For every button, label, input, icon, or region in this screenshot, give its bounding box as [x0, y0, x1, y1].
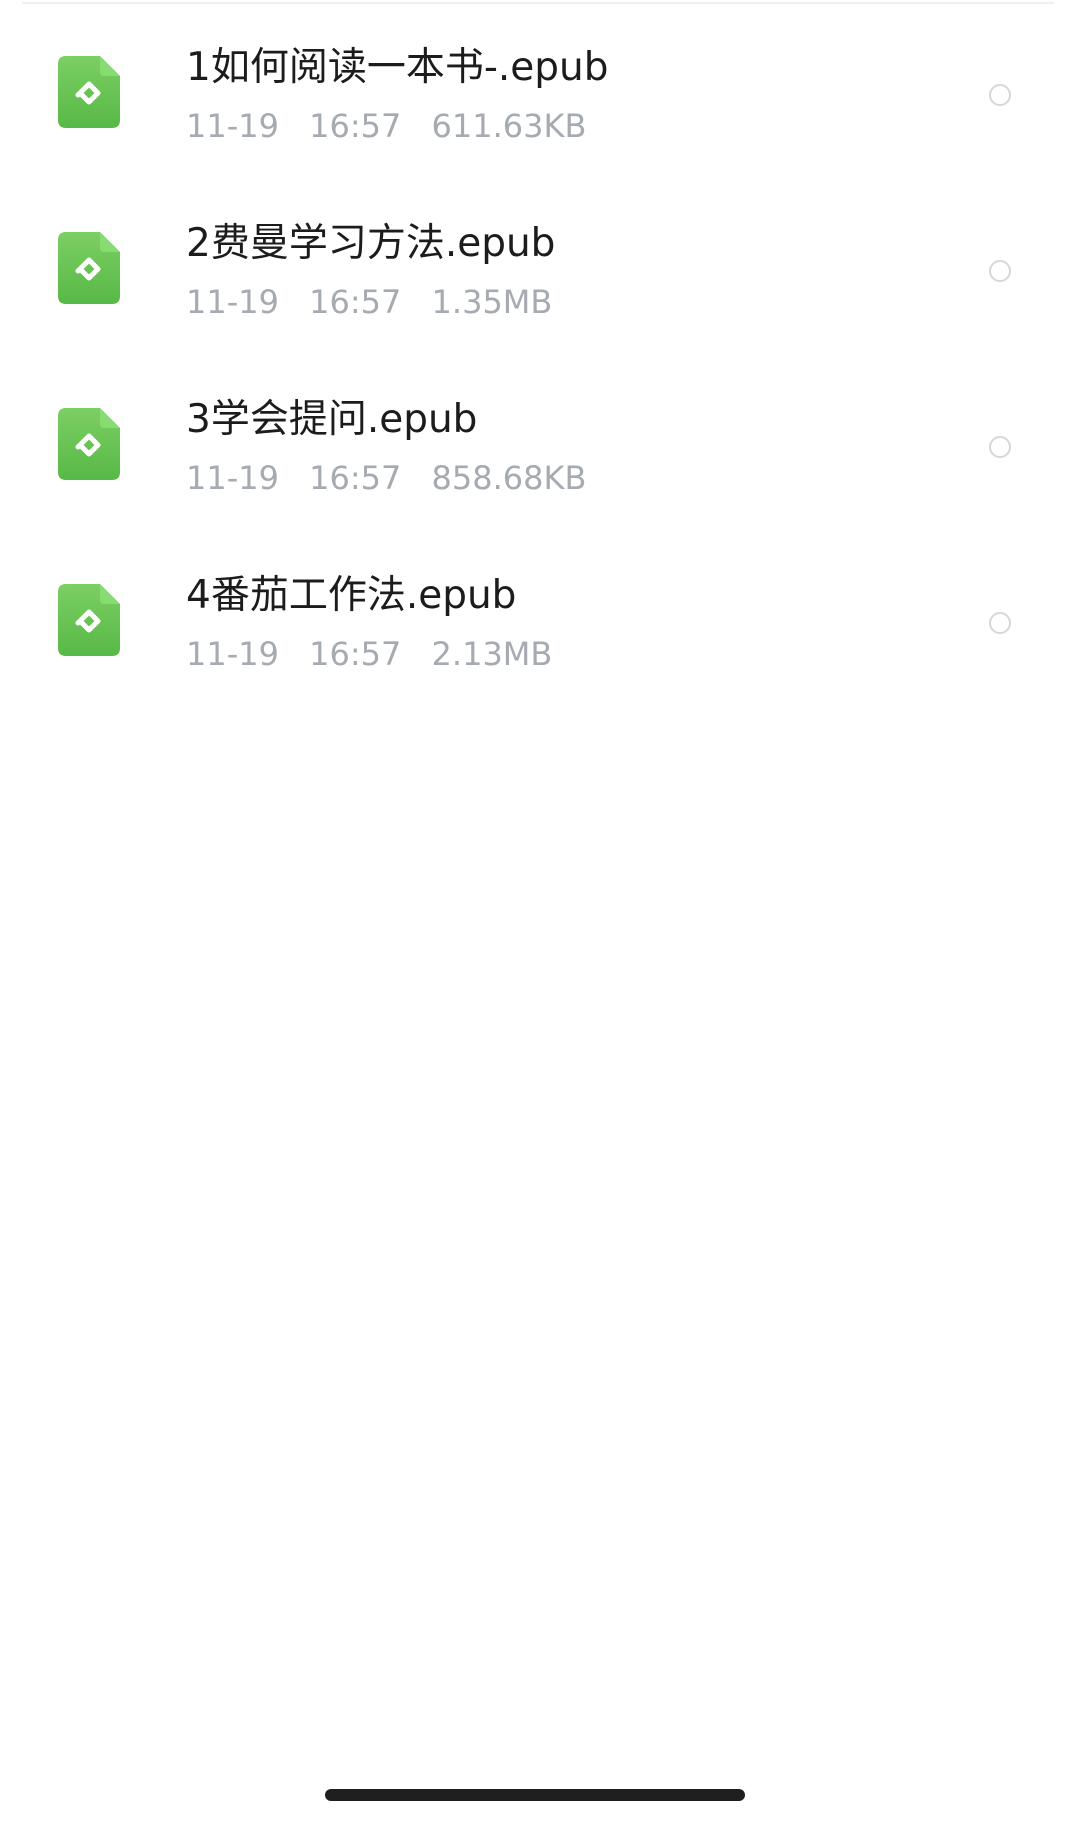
file-time: 16:57 [309, 107, 402, 145]
home-indicator[interactable] [325, 1789, 745, 1801]
file-row-4[interactable]: 4番茄工作法.epub 11-19 16:57 2.13MB [0, 532, 1080, 708]
file-time: 16:57 [309, 459, 402, 497]
file-row-1[interactable]: 1如何阅读一本书-.epub 11-19 16:57 611.63KB [0, 4, 1080, 180]
file-date: 11-19 [186, 459, 279, 497]
file-row-3[interactable]: 3学会提问.epub 11-19 16:57 858.68KB [0, 356, 1080, 532]
file-size: 1.35MB [431, 283, 553, 321]
file-list: 1如何阅读一本书-.epub 11-19 16:57 611.63KB 2费曼学… [0, 4, 1080, 708]
file-date: 11-19 [186, 107, 279, 145]
select-radio[interactable] [989, 84, 1011, 106]
file-size: 2.13MB [431, 635, 553, 673]
file-time: 16:57 [309, 283, 402, 321]
file-date: 11-19 [186, 635, 279, 673]
file-name: 4番茄工作法.epub [186, 573, 517, 618]
select-radio[interactable] [989, 260, 1011, 282]
epub-file-icon [58, 408, 120, 480]
select-radio[interactable] [989, 612, 1011, 634]
file-name: 2费曼学习方法.epub [186, 221, 556, 266]
file-time: 16:57 [309, 635, 402, 673]
file-date: 11-19 [186, 283, 279, 321]
file-row-2[interactable]: 2费曼学习方法.epub 11-19 16:57 1.35MB [0, 180, 1080, 356]
file-name: 1如何阅读一本书-.epub [186, 45, 609, 90]
epub-file-icon [58, 584, 120, 656]
select-radio[interactable] [989, 436, 1011, 458]
file-meta: 11-19 16:57 2.13MB [186, 634, 572, 674]
file-meta: 11-19 16:57 858.68KB [186, 458, 606, 498]
file-size: 611.63KB [431, 107, 587, 145]
file-size: 858.68KB [431, 459, 587, 497]
file-name: 3学会提问.epub [186, 397, 478, 442]
file-meta: 11-19 16:57 611.63KB [186, 106, 606, 146]
epub-file-icon [58, 56, 120, 128]
file-meta: 11-19 16:57 1.35MB [186, 282, 572, 322]
epub-file-icon [58, 232, 120, 304]
